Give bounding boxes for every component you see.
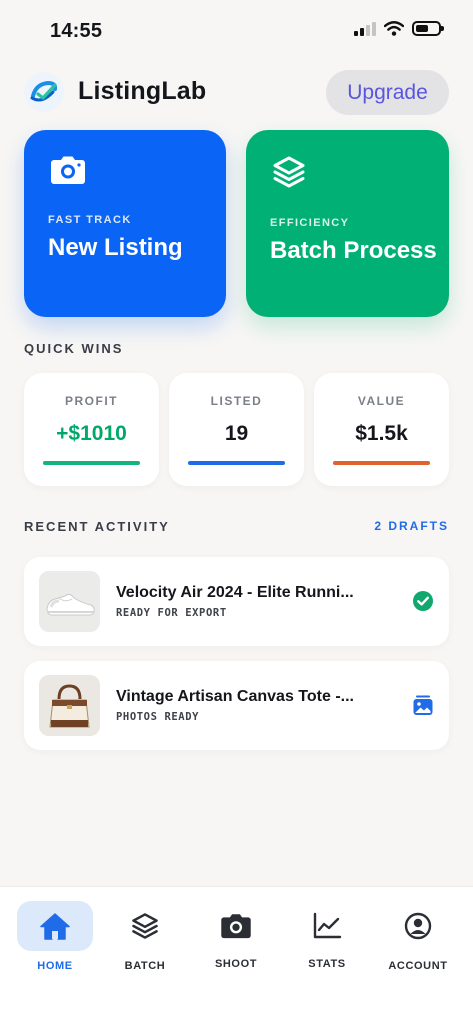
battery-icon bbox=[412, 21, 444, 36]
home-screen: 14:55 ListingLab Upgrade FAST TRACK New … bbox=[0, 0, 473, 1024]
tote-bag-thumbnail bbox=[39, 675, 100, 736]
new-listing-title: New Listing bbox=[48, 234, 183, 261]
stat-value: $1.5k bbox=[355, 422, 408, 445]
tab-label: HOME bbox=[37, 960, 73, 972]
new-listing-card[interactable]: FAST TRACK New Listing bbox=[24, 130, 226, 317]
tab-account[interactable]: ACCOUNT bbox=[380, 901, 456, 977]
camera-icon bbox=[221, 914, 251, 939]
activity-status-text: PHOTOS READY bbox=[116, 711, 200, 723]
stat-label: PROFIT bbox=[65, 394, 118, 408]
efficiency-label: EFFICIENCY bbox=[270, 217, 350, 229]
bottom-tab-bar: HOME BATCH SHOOT STATS ACCOUNT bbox=[0, 886, 473, 1024]
tab-label: STATS bbox=[308, 958, 346, 970]
fast-track-label: FAST TRACK bbox=[48, 214, 132, 226]
drafts-link[interactable]: 2 DRAFTS bbox=[374, 519, 449, 533]
stat-accent-bar bbox=[188, 461, 285, 465]
activity-item[interactable]: Vintage Artisan Canvas Tote -... PHOTOS … bbox=[24, 661, 449, 750]
tab-shoot[interactable]: SHOOT bbox=[198, 901, 274, 977]
app-logo bbox=[24, 72, 64, 112]
tab-label: ACCOUNT bbox=[388, 960, 448, 972]
recent-activity-heading: RECENT ACTIVITY bbox=[24, 519, 170, 534]
home-icon bbox=[40, 913, 70, 940]
sneaker-thumbnail bbox=[39, 571, 100, 632]
tab-label: BATCH bbox=[124, 960, 166, 972]
photos-icon bbox=[413, 695, 433, 715]
stat-value: +$1010 bbox=[56, 422, 127, 445]
chart-icon bbox=[313, 912, 342, 939]
wifi-icon bbox=[384, 21, 404, 36]
check-circle-icon bbox=[413, 591, 433, 611]
activity-title: Vintage Artisan Canvas Tote -... bbox=[116, 688, 354, 705]
status-time: 14:55 bbox=[50, 20, 103, 42]
upgrade-button[interactable]: Upgrade bbox=[326, 70, 449, 115]
stat-accent-bar bbox=[43, 461, 140, 465]
value-stat-card[interactable]: VALUE $1.5k bbox=[314, 373, 449, 486]
activity-status-text: READY FOR EXPORT bbox=[116, 607, 227, 619]
tab-stats[interactable]: STATS bbox=[289, 901, 365, 977]
cellular-signal-icon bbox=[354, 21, 376, 36]
batch-process-title: Batch Process bbox=[270, 237, 437, 264]
layers-icon bbox=[132, 913, 158, 939]
profit-stat-card[interactable]: PROFIT +$1010 bbox=[24, 373, 159, 486]
tab-batch[interactable]: BATCH bbox=[107, 901, 183, 977]
activity-title: Velocity Air 2024 - Elite Runni... bbox=[116, 584, 354, 601]
batch-process-card[interactable]: EFFICIENCY Batch Process bbox=[246, 130, 449, 317]
stat-label: VALUE bbox=[357, 394, 406, 408]
status-icons bbox=[354, 21, 444, 36]
stat-label: LISTED bbox=[210, 394, 263, 408]
layers-icon bbox=[273, 156, 305, 188]
stat-value: 19 bbox=[224, 422, 249, 445]
stat-accent-bar bbox=[333, 461, 430, 465]
activity-item[interactable]: Velocity Air 2024 - Elite Runni... READY… bbox=[24, 557, 449, 646]
camera-icon bbox=[51, 156, 85, 184]
status-bar: 14:55 bbox=[0, 0, 473, 60]
tab-home[interactable]: HOME bbox=[17, 901, 93, 977]
app-title: ListingLab bbox=[78, 77, 207, 105]
listed-stat-card[interactable]: LISTED 19 bbox=[169, 373, 304, 486]
tab-label: SHOOT bbox=[214, 958, 258, 970]
account-icon bbox=[404, 912, 432, 940]
quick-wins-heading: QUICK WINS bbox=[24, 341, 124, 356]
